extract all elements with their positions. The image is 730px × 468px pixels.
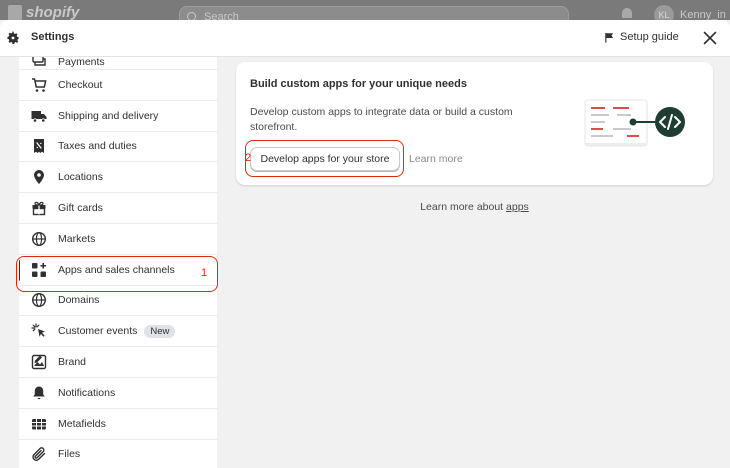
bell-icon (31, 385, 47, 401)
sidebar-item-payments[interactable]: Payments (19, 57, 217, 70)
admin-top-bar: shopify Search KL Kenny_in (0, 0, 730, 20)
sidebar-item-label: Domains (58, 294, 100, 307)
sidebar-item-brand[interactable]: Brand (19, 347, 217, 378)
gift-icon (31, 200, 47, 216)
shopify-logo: shopify (8, 4, 79, 20)
sidebar-item-label: Customer events (58, 325, 138, 338)
sidebar-item-checkout[interactable]: Checkout (19, 70, 217, 101)
sidebar-item-label: Metafields (58, 417, 106, 430)
sidebar-item-label: Shipping and delivery (58, 109, 159, 122)
avatar: KL (654, 5, 674, 20)
sidebar-item-label: Files (58, 448, 81, 461)
cursor-icon (31, 323, 47, 339)
shopify-bag-icon (8, 4, 22, 20)
sidebar-item-customer-events[interactable]: Customer events New (19, 316, 217, 348)
notification-bell-icon[interactable] (622, 8, 632, 18)
user-menu[interactable]: KL Kenny_in (654, 5, 726, 20)
admin-search-input[interactable]: Search (179, 6, 569, 20)
sidebar-item-shipping[interactable]: Shipping and delivery (19, 101, 217, 132)
payments-icon (31, 57, 47, 68)
sidebar-item-label: Locations (58, 171, 103, 184)
sidebar-item-taxes[interactable]: Taxes and duties (19, 132, 217, 163)
search-placeholder: Search (204, 11, 239, 20)
truck-icon (31, 108, 47, 124)
setup-guide-button[interactable]: Setup guide (604, 31, 679, 43)
sidebar-item-label: Gift cards (58, 202, 103, 215)
sidebar-item-label: Taxes and duties (58, 140, 137, 153)
metafields-icon (31, 416, 47, 432)
sidebar-item-files[interactable]: Files (19, 440, 217, 468)
sidebar-item-label: Checkout (58, 78, 103, 91)
cart-icon (31, 77, 47, 93)
card-description: Develop custom apps to integrate data or… (250, 106, 513, 133)
paperclip-icon (31, 446, 47, 462)
learn-more-apps: Learn more about apps (236, 201, 713, 213)
apps-link[interactable]: apps (506, 201, 529, 213)
gear-icon (7, 31, 19, 44)
sidebar-item-metafields[interactable]: Metafields (19, 409, 217, 440)
close-icon[interactable] (700, 28, 720, 48)
annotation-highlight-apps (16, 256, 218, 292)
sidebar-item-notifications[interactable]: Notifications (19, 378, 217, 409)
sidebar-item-markets[interactable]: Markets (19, 224, 217, 255)
globe-icon (31, 231, 47, 247)
annotation-step-1: 1 (201, 267, 208, 279)
receipt-icon (31, 138, 47, 154)
flag-icon (605, 32, 614, 43)
sidebar-item-label: Markets (58, 232, 96, 245)
search-icon (187, 12, 196, 20)
learn-more-prefix: Learn more about (420, 201, 504, 213)
sidebar-item-locations[interactable]: Locations (19, 162, 217, 194)
learn-more-link[interactable]: Learn more (409, 153, 463, 165)
page-title: Settings (31, 31, 75, 43)
new-badge: New (144, 324, 176, 338)
annotation-step-2: 2 (245, 152, 252, 164)
location-pin-icon (31, 169, 47, 185)
card-title: Build custom apps for your unique needs (250, 78, 467, 90)
logo-text: shopify (26, 4, 80, 20)
brand-icon (31, 354, 47, 370)
settings-header: Settings Setup guide (0, 20, 730, 57)
annotation-highlight-develop (245, 140, 404, 177)
sidebar-item-label: Brand (58, 356, 87, 369)
setup-guide-label: Setup guide (620, 31, 679, 43)
user-name: Kenny_in (680, 9, 726, 20)
sidebar-item-label: Notifications (58, 386, 116, 399)
sidebar-item-label: Payments (58, 57, 105, 68)
globe-icon (31, 292, 47, 308)
code-app-illustration-icon (584, 99, 685, 147)
sidebar-item-gift-cards[interactable]: Gift cards (19, 193, 217, 224)
